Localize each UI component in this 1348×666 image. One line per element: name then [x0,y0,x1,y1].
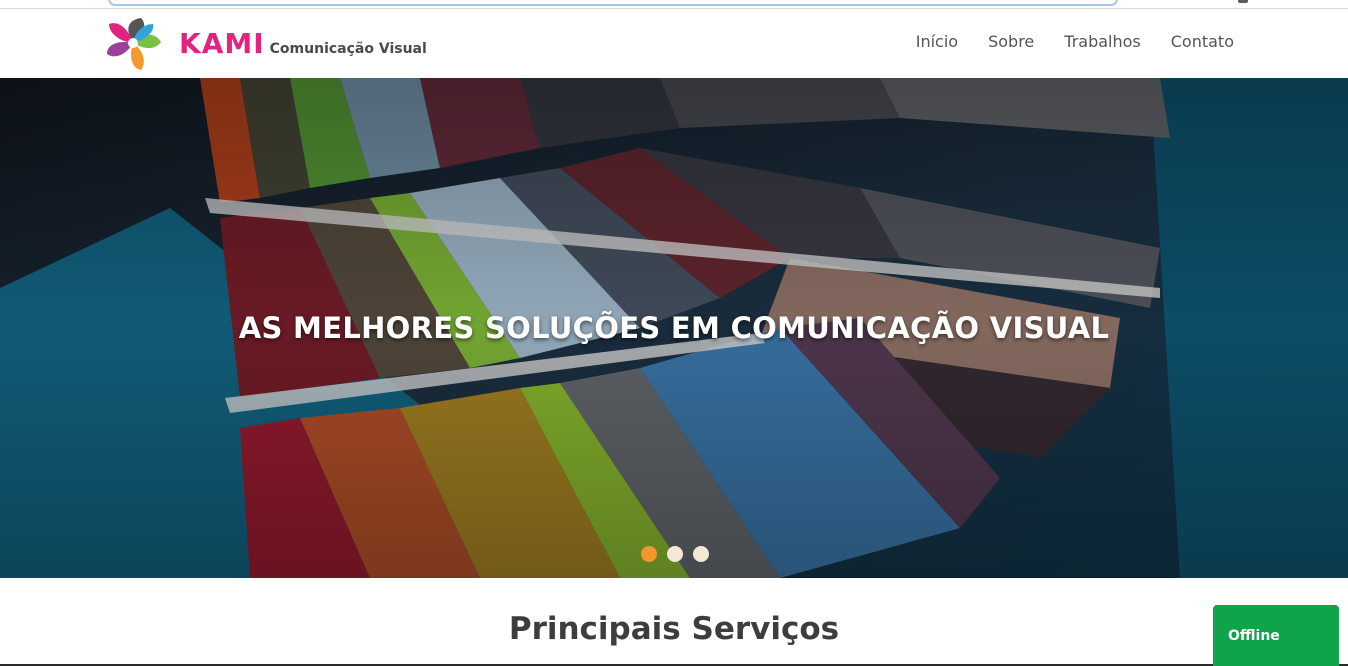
site-header: KAMI Comunicação Visual Início Sobre Tra… [0,9,1348,78]
menu-icon[interactable] [1238,0,1248,3]
chat-status: Offline [1228,628,1280,644]
main-nav: Início Sobre Trabalhos Contato [916,32,1234,51]
slide-dot-1[interactable] [641,546,657,562]
pinwheel-logo-icon [107,18,161,70]
nav-link-contato[interactable]: Contato [1171,32,1234,51]
logo[interactable]: KAMI Comunicação Visual [103,14,427,72]
nav-link-trabalhos[interactable]: Trabalhos [1064,32,1140,51]
nav-link-inicio[interactable]: Início [916,32,958,51]
brand-text: KAMI Comunicação Visual [179,27,427,60]
brand-tagline: Comunicação Visual [269,40,427,57]
nav-link-sobre[interactable]: Sobre [988,32,1034,51]
address-bar-edge[interactable] [108,0,1118,6]
chat-widget[interactable]: Offline [1213,605,1339,666]
slide-dot-2[interactable] [667,546,683,562]
hero-slider: AS MELHORES SOLUÇÕES EM COMUNICAÇÃO VISU… [0,78,1348,578]
slider-pagination [641,546,709,562]
browser-top-strip [0,0,1348,9]
slide-dot-3[interactable] [693,546,709,562]
hero-title: AS MELHORES SOLUÇÕES EM COMUNICAÇÃO VISU… [238,311,1110,345]
section-title: Principais Serviços [508,611,840,647]
brand-name: KAMI [179,26,265,60]
